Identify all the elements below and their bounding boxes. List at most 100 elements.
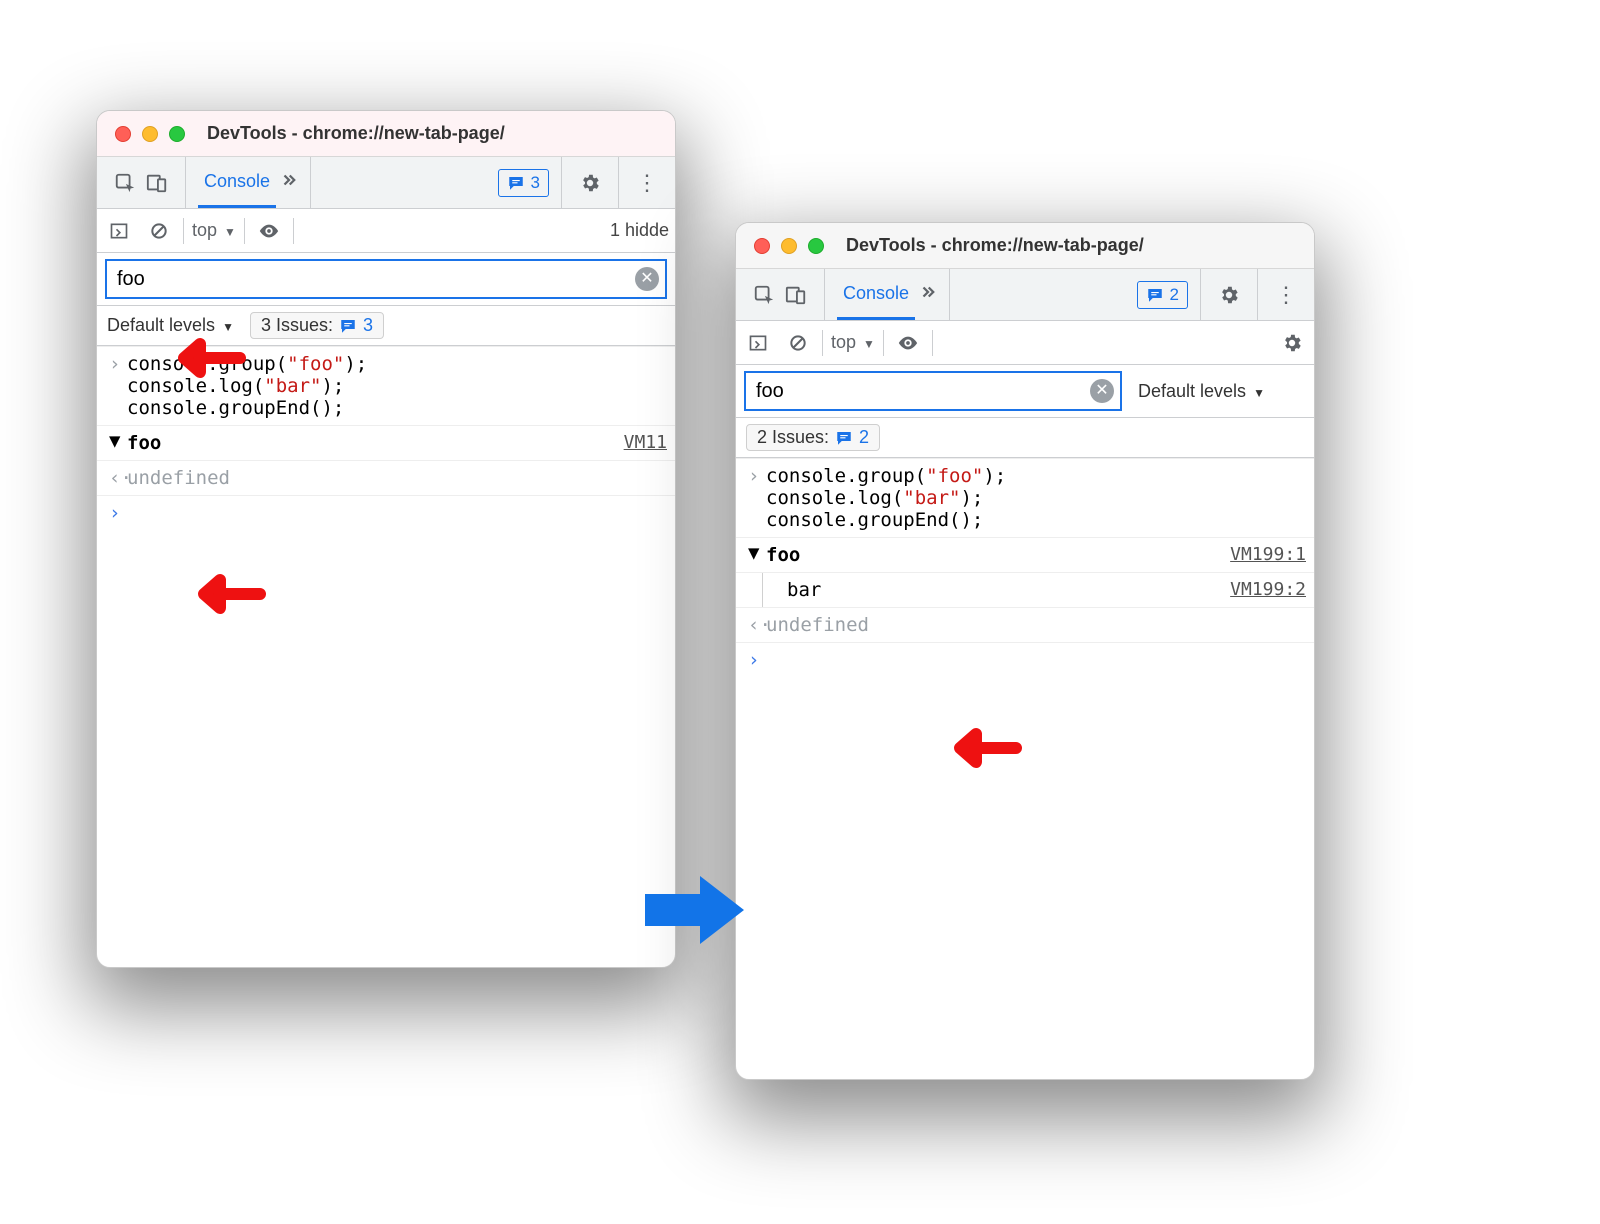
filter-input[interactable] — [115, 267, 635, 292]
settings-icon[interactable] — [578, 171, 602, 195]
group-label: foo — [127, 432, 161, 454]
filter-row: ✕ — [97, 253, 675, 306]
console-group-header[interactable]: ▼ foo VM199:1 — [736, 538, 1314, 573]
minimize-window-button[interactable] — [781, 238, 797, 254]
dropdown-icon: ▼ — [1253, 386, 1265, 400]
hidden-count: 1 hidde — [610, 220, 669, 241]
inspect-icon[interactable] — [752, 283, 776, 307]
main-toolbar: Console 3 ⋮ — [97, 157, 675, 209]
return-icon: ‹· — [748, 614, 766, 636]
clear-console-icon[interactable] — [786, 331, 810, 355]
zoom-window-button[interactable] — [808, 238, 824, 254]
issues-counter-value: 3 — [531, 173, 540, 193]
group-child-text: bar — [773, 573, 821, 607]
tabs-overflow-icon[interactable] — [919, 283, 937, 306]
filter-input-wrapper: ✕ — [105, 259, 667, 299]
traffic-lights — [754, 238, 824, 254]
message-icon — [835, 429, 853, 447]
dropdown-icon: ▼ — [224, 225, 236, 239]
log-levels-label: Default levels — [107, 315, 215, 335]
more-icon[interactable]: ⋮ — [635, 171, 659, 195]
source-link[interactable]: VM11 — [624, 432, 667, 453]
more-icon[interactable]: ⋮ — [1274, 283, 1298, 307]
console-sidebar-toggle-icon[interactable] — [746, 331, 770, 355]
prompt-icon: › — [748, 649, 766, 671]
issues-button[interactable]: 3 Issues: 3 — [250, 312, 384, 339]
clear-filter-icon[interactable]: ✕ — [1090, 379, 1114, 403]
undefined-value: undefined — [766, 614, 869, 636]
disclosure-icon[interactable]: ▼ — [748, 544, 766, 566]
log-levels-label: Default levels — [1138, 381, 1246, 401]
window-title: DevTools - chrome://new-tab-page/ — [846, 235, 1144, 256]
filter-input-wrapper: ✕ — [744, 371, 1122, 411]
context-label: top — [831, 332, 856, 352]
issues-counter-value: 2 — [1170, 285, 1179, 305]
prompt-icon: › — [109, 353, 127, 375]
filter-input[interactable] — [754, 379, 1090, 404]
code-snippet: console.group("foo"); console.log("bar")… — [127, 353, 367, 419]
titlebar: DevTools - chrome://new-tab-page/ — [736, 223, 1314, 269]
log-levels-selector[interactable]: Default levels ▼ — [107, 315, 234, 336]
console-subbar: top ▼ 1 hidde — [97, 209, 675, 253]
close-window-button[interactable] — [754, 238, 770, 254]
devtools-window-before: DevTools - chrome://new-tab-page/ Consol… — [96, 110, 676, 968]
console-log-area[interactable]: › console.group("foo"); console.log("bar… — [736, 458, 1314, 677]
tab-console[interactable]: Console — [198, 157, 276, 208]
dropdown-icon: ▼ — [222, 320, 234, 334]
issues-button[interactable]: 2 Issues: 2 — [746, 424, 880, 451]
console-prompt-row[interactable]: › — [736, 643, 1314, 677]
console-return-row: ‹· undefined — [736, 608, 1314, 643]
device-icon[interactable] — [784, 283, 808, 307]
console-subbar: top ▼ — [736, 321, 1314, 365]
clear-filter-icon[interactable]: ✕ — [635, 267, 659, 291]
tabs-overflow-icon[interactable] — [280, 171, 298, 194]
prompt-icon: › — [109, 502, 127, 524]
message-icon — [339, 317, 357, 335]
console-input-echo: › console.group("foo"); console.log("bar… — [736, 458, 1314, 538]
issues-counter[interactable]: 3 — [498, 169, 549, 197]
console-input-echo: › console.group("foo"); console.log("bar… — [97, 346, 675, 426]
dropdown-icon: ▼ — [863, 337, 875, 351]
log-levels-selector[interactable]: Default levels ▼ — [1138, 381, 1265, 402]
return-icon: ‹· — [109, 467, 127, 489]
context-label: top — [192, 220, 217, 240]
zoom-window-button[interactable] — [169, 126, 185, 142]
console-group-header[interactable]: ▼ foo VM11 — [97, 426, 675, 461]
settings-icon[interactable] — [1217, 283, 1241, 307]
main-toolbar: Console 2 ⋮ — [736, 269, 1314, 321]
context-selector[interactable]: top ▼ — [831, 332, 875, 353]
disclosure-icon[interactable]: ▼ — [109, 432, 127, 454]
undefined-value: undefined — [127, 467, 230, 489]
code-snippet: console.group("foo"); console.log("bar")… — [766, 465, 1006, 531]
prompt-icon: › — [748, 465, 766, 487]
console-return-row: ‹· undefined — [97, 461, 675, 496]
issues-prefix: 2 Issues: — [757, 427, 829, 448]
context-selector[interactable]: top ▼ — [192, 220, 236, 241]
source-link[interactable]: VM199:1 — [1230, 544, 1306, 565]
message-icon — [507, 174, 525, 192]
clear-console-icon[interactable] — [147, 219, 171, 243]
traffic-lights — [115, 126, 185, 142]
inspect-icon[interactable] — [113, 171, 137, 195]
device-icon[interactable] — [145, 171, 169, 195]
live-expression-icon[interactable] — [257, 219, 281, 243]
tab-console[interactable]: Console — [837, 269, 915, 320]
console-prompt-row[interactable]: › — [97, 496, 675, 530]
settings-icon[interactable] — [1280, 331, 1304, 355]
console-group-child: bar VM199:2 — [736, 573, 1314, 608]
filter-row: ✕ Default levels ▼ — [736, 365, 1314, 418]
source-link[interactable]: VM199:2 — [1230, 573, 1306, 607]
devtools-window-after: DevTools - chrome://new-tab-page/ Consol… — [735, 222, 1315, 1080]
live-expression-icon[interactable] — [896, 331, 920, 355]
console-log-area[interactable]: › console.group("foo"); console.log("bar… — [97, 346, 675, 530]
issues-counter[interactable]: 2 — [1137, 281, 1188, 309]
minimize-window-button[interactable] — [142, 126, 158, 142]
levels-row: Default levels ▼ 3 Issues: 3 — [97, 306, 675, 346]
window-title: DevTools - chrome://new-tab-page/ — [207, 123, 505, 144]
issues-row: 2 Issues: 2 — [736, 418, 1314, 458]
issues-prefix: 3 Issues: — [261, 315, 333, 336]
close-window-button[interactable] — [115, 126, 131, 142]
issues-count: 2 — [859, 427, 869, 448]
console-sidebar-toggle-icon[interactable] — [107, 219, 131, 243]
titlebar: DevTools - chrome://new-tab-page/ — [97, 111, 675, 157]
